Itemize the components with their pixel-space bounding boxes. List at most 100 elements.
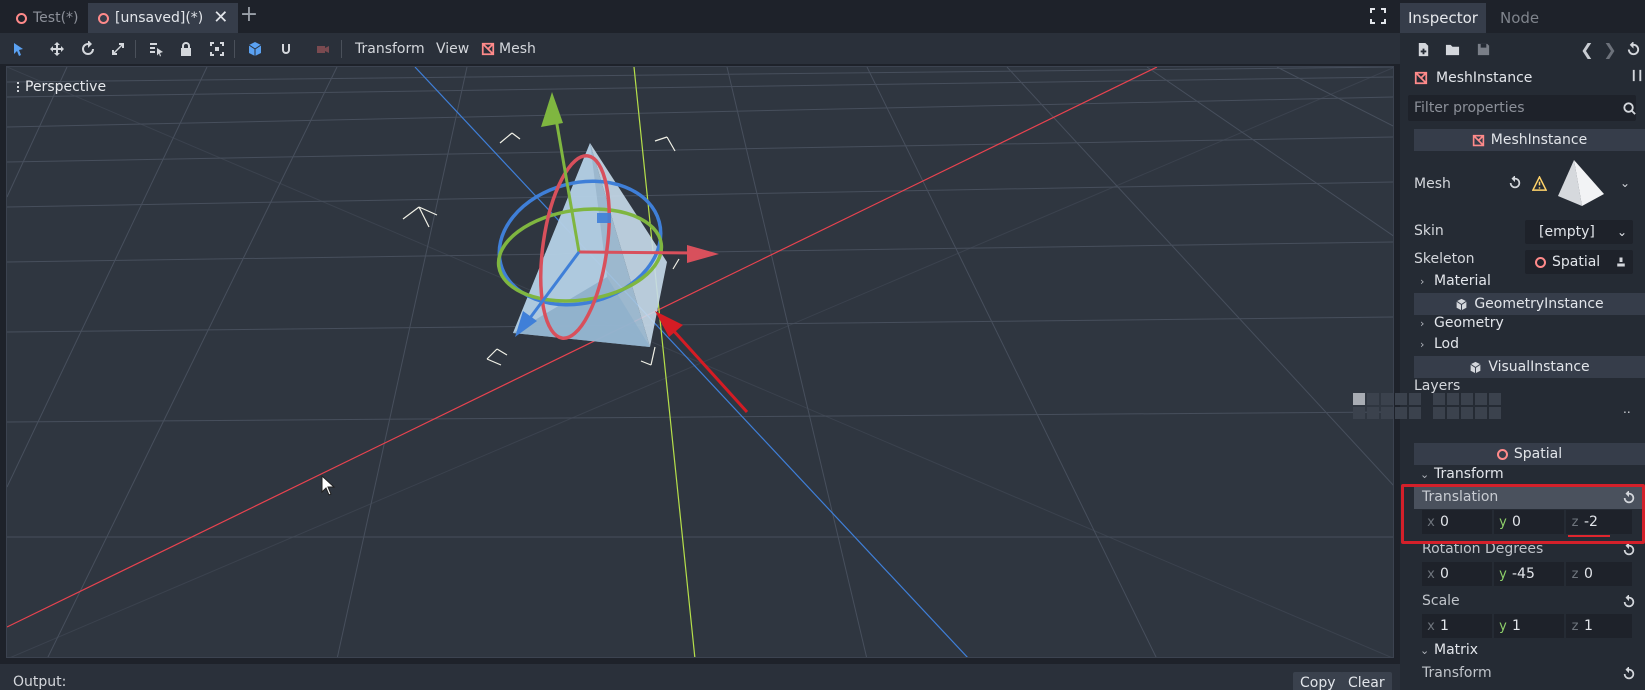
layer-cell[interactable]	[1461, 407, 1473, 419]
select-mode-button[interactable]	[7, 37, 31, 61]
layer-cell[interactable]	[1433, 407, 1445, 419]
tab-node[interactable]: Node	[1492, 3, 1547, 33]
copy-button[interactable]: Copy	[1293, 672, 1343, 690]
z-axis-label: z	[1571, 618, 1579, 634]
clear-button[interactable]: Clear	[1341, 672, 1392, 690]
scale-y-field[interactable]: y 1	[1494, 614, 1564, 638]
local-space-button[interactable]	[243, 37, 267, 61]
dock-tab-bar: Inspector Node	[1400, 0, 1645, 33]
layer-cell[interactable]	[1395, 407, 1407, 419]
section-geometry-instance: GeometryInstance	[1414, 293, 1645, 315]
layer-cell[interactable]	[1409, 393, 1421, 405]
layer-cell[interactable]	[1475, 393, 1487, 405]
scale-mode-button[interactable]	[106, 37, 130, 61]
skin-value-button[interactable]: [empty] ⌄	[1525, 220, 1633, 244]
layer-cell[interactable]	[1353, 393, 1365, 405]
fullscreen-icon[interactable]	[1370, 8, 1386, 24]
layer-cell[interactable]	[1367, 393, 1379, 405]
group-button[interactable]	[205, 37, 229, 61]
layer-cell[interactable]	[1367, 407, 1379, 419]
list-select-button[interactable]	[144, 37, 168, 61]
scale-z-field[interactable]: z 1	[1566, 614, 1632, 638]
cube-icon	[1470, 361, 1481, 373]
mesh-menu[interactable]: Mesh	[481, 37, 536, 61]
category-label: Transform	[1434, 466, 1504, 482]
chevron-down-icon[interactable]: ⌄	[1620, 176, 1630, 190]
scene-tab-label: Test(*)	[33, 10, 79, 26]
layer-cell[interactable]	[1409, 407, 1421, 419]
camera-preview-button[interactable]	[311, 37, 335, 61]
node-tools-button[interactable]	[1554, 64, 1645, 86]
scene-tab-test[interactable]: Test(*)	[6, 3, 89, 33]
warning-icon[interactable]	[1532, 176, 1547, 191]
section-title: GeometryInstance	[1474, 296, 1604, 312]
selected-node-path[interactable]: MeshInstance	[1414, 70, 1532, 86]
chevron-right-icon: ›	[1420, 316, 1425, 330]
layer-cell[interactable]	[1395, 393, 1407, 405]
layer-cell[interactable]	[1489, 393, 1501, 405]
transform-menu[interactable]: Transform	[355, 37, 425, 61]
rotation-y-field[interactable]: y -45	[1494, 562, 1564, 586]
layer-cell[interactable]	[1489, 407, 1501, 419]
layer-cell[interactable]	[1447, 407, 1459, 419]
perspective-menu[interactable]: Perspective	[17, 79, 106, 95]
rotate-icon	[82, 41, 94, 55]
mesh-menu-label: Mesh	[499, 41, 536, 57]
search-icon	[1618, 97, 1640, 119]
view-menu[interactable]: View	[436, 37, 469, 61]
layers-grid[interactable]	[1353, 393, 1501, 421]
rotate-mode-button[interactable]	[76, 37, 100, 61]
layers-property-label: Layers	[1414, 378, 1461, 394]
history-forward-button[interactable]: ❯	[1599, 38, 1621, 60]
close-icon[interactable]: ✕	[213, 9, 228, 27]
layers-more-button[interactable]: ..	[1623, 402, 1631, 416]
layer-cell[interactable]	[1353, 407, 1365, 419]
layer-cell[interactable]	[1447, 393, 1459, 405]
mesh-preview-thumbnail[interactable]	[1552, 152, 1610, 214]
gizmo-x-arrow[interactable]	[687, 245, 719, 263]
scene-tab-unsaved[interactable]: [unsaved](*) ✕	[88, 3, 239, 33]
revert-icon[interactable]	[1508, 176, 1522, 190]
category-transform[interactable]: ⌄ Transform	[1420, 466, 1504, 482]
category-matrix[interactable]: ⌄ Matrix	[1420, 642, 1478, 658]
layer-cell[interactable]	[1381, 407, 1393, 419]
revert-icon[interactable]	[1622, 595, 1636, 609]
snap-button[interactable]	[274, 37, 298, 61]
rotation-z-field[interactable]: z 0	[1566, 562, 1632, 586]
lock-button[interactable]	[174, 37, 198, 61]
category-label: Material	[1434, 273, 1491, 289]
category-geometry[interactable]: › Geometry	[1420, 315, 1504, 331]
mesh-instance-icon	[1472, 134, 1484, 146]
selected-node-name: MeshInstance	[1436, 70, 1533, 86]
layer-cell[interactable]	[1461, 393, 1473, 405]
load-resource-button[interactable]	[1441, 38, 1463, 60]
scale-x-field[interactable]: x 1	[1422, 614, 1492, 638]
scene-tab-label: [unsaved](*)	[115, 10, 204, 26]
z-axis-line	[414, 67, 968, 657]
filter-properties-input[interactable]	[1408, 95, 1608, 121]
layer-cell[interactable]	[1475, 407, 1487, 419]
mouse-cursor-icon	[321, 474, 336, 496]
revert-icon[interactable]	[1622, 543, 1636, 557]
create-resource-button[interactable]	[1412, 38, 1434, 60]
save-resource-button[interactable]	[1472, 38, 1494, 60]
layer-cell[interactable]	[1433, 393, 1445, 405]
gizmo-plane-handle[interactable]	[597, 213, 611, 223]
object-history-button[interactable]	[1622, 38, 1644, 60]
history-back-button[interactable]: ❮	[1576, 38, 1598, 60]
category-material[interactable]: › Material	[1420, 273, 1491, 289]
skeleton-value-button[interactable]: Spatial	[1525, 250, 1633, 274]
layer-cell[interactable]	[1381, 393, 1393, 405]
move-mode-button[interactable]	[45, 37, 69, 61]
revert-icon[interactable]	[1622, 667, 1636, 681]
category-lod[interactable]: › Lod	[1420, 336, 1459, 352]
scene-tab-bar: Test(*) [unsaved](*) ✕ +	[0, 0, 1400, 33]
3d-viewport[interactable]: Perspective	[6, 66, 1394, 658]
x-axis-label: x	[1427, 566, 1435, 582]
add-scene-tab-button[interactable]: +	[238, 4, 260, 28]
gizmo-y-arrow[interactable]	[541, 92, 563, 127]
filter-properties-field[interactable]	[1408, 95, 1636, 121]
tab-inspector[interactable]: Inspector	[1400, 3, 1486, 33]
rotation-x-field[interactable]: x 0	[1422, 562, 1492, 586]
scale-x-value: 1	[1440, 618, 1449, 634]
